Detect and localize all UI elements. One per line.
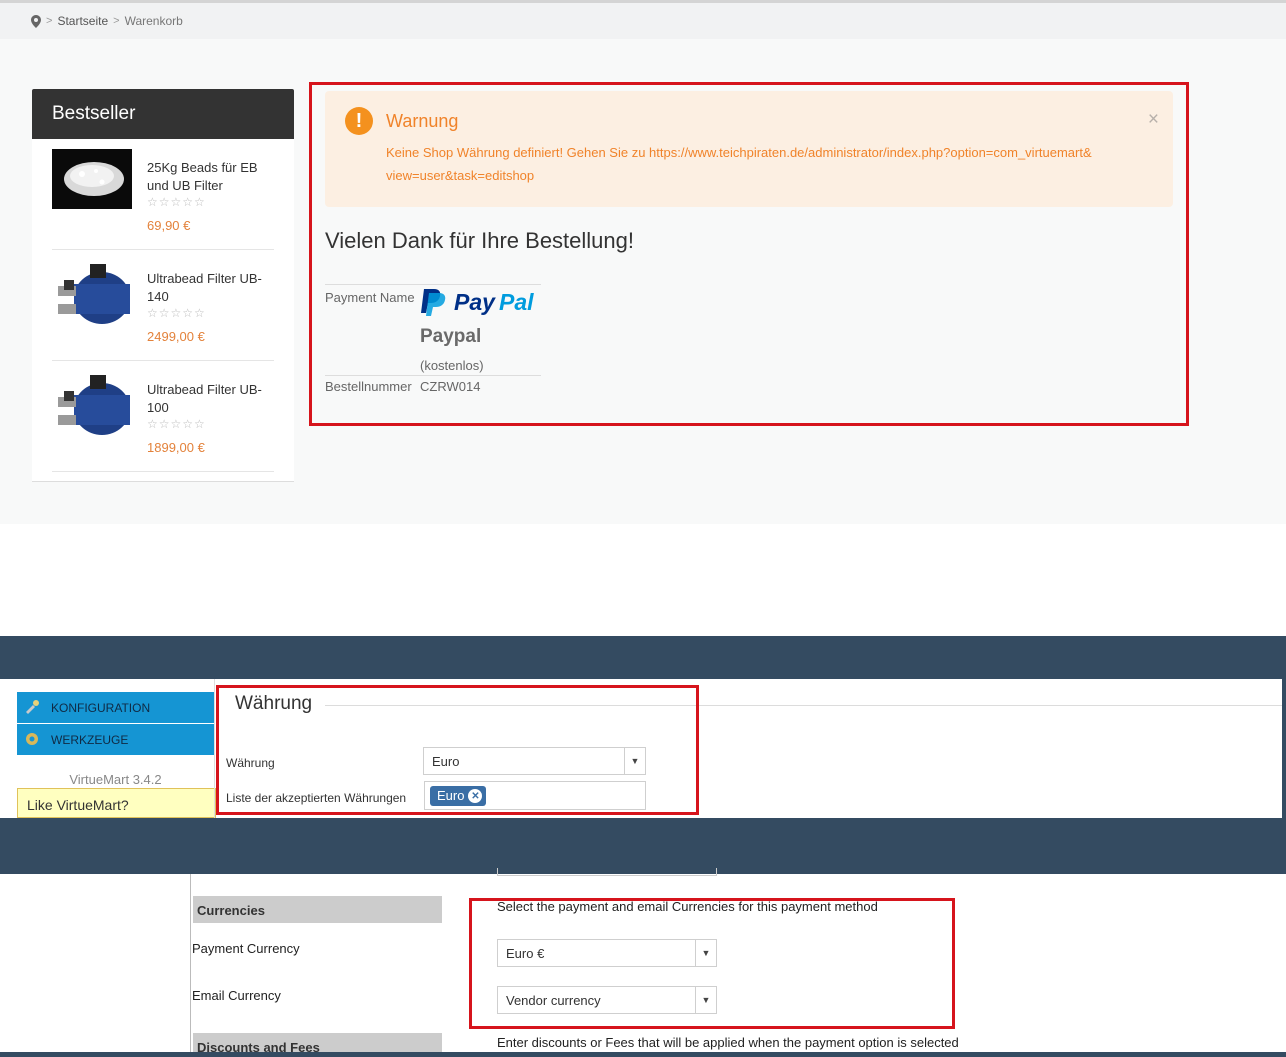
payment-method-name: Paypal [420,326,482,347]
menu-item-werkzeuge[interactable]: WERKZEUGE [17,724,214,755]
breadcrumb-home-link[interactable]: Startseite [57,14,108,28]
chevron-right-icon: > [113,15,120,27]
table-row: Bestellnummer CZRW014 [325,376,541,400]
rating-stars: ☆☆☆☆☆ [147,306,206,320]
product-price: 2499,00 € [147,329,205,344]
bestseller-module: Bestseller 25Kg Beads für EB und UB Filt… [32,89,294,482]
table-row: Payment Name Pay Pal Paypal (kostenlos) [325,285,541,376]
warning-title: Warnung [386,111,459,131]
product-name[interactable]: 25Kg Beads für EB und UB Filter [147,159,272,195]
paypal-logo-text-pay: Pay [454,289,496,315]
rating-stars: ☆☆☆☆☆ [147,417,206,431]
admin-shop-currency: KONFIGURATION WERKZEUGE VirtueMart 3.4.2… [0,636,1286,818]
product-image-filter-ub140[interactable] [52,256,132,328]
admin-header-bar [0,636,1286,679]
order-number-label: Bestellnummer [325,379,412,394]
gear-icon [26,733,38,745]
warning-message: Keine Shop Währung definiert! Gehen Sie … [386,145,1092,183]
discounts-section-header: Discounts and Fees [193,1033,442,1055]
order-number-value: CZRW014 [420,379,481,394]
select-stub [497,868,717,876]
product-name[interactable]: Ultrabead Filter UB-100 [147,381,272,417]
thank-you-heading: Vielen Dank für Ihre Bestellung! [325,228,634,253]
chevron-right-icon: > [46,15,53,27]
highlight-order-confirmation: ! Warnung Keine Shop Währung definiert! … [309,82,1189,426]
discounts-hint: Enter discounts or Fees that will be app… [497,1035,959,1050]
bestseller-title: Bestseller [32,89,294,139]
bestseller-item[interactable]: Ultrabead Filter UB-100 ☆☆☆☆☆ 1899,00 € [52,361,274,472]
currencies-section-header: Currencies [193,896,442,923]
virtuemart-version: VirtueMart 3.4.2 [69,772,162,787]
like-virtuemart-box[interactable]: Like VirtueMart? [17,788,216,818]
paypal-logo-icon: Pay Pal [421,289,534,316]
admin-header-bar [0,818,1286,874]
bestseller-item[interactable]: 25Kg Beads für EB und UB Filter ☆☆☆☆☆ 69… [52,139,274,250]
product-price: 69,90 € [147,218,191,233]
exclamation-icon: ! [345,107,373,135]
breadcrumb: > Startseite > Warenkorb [0,3,1286,39]
shop-frontend: > Startseite > Warenkorb Bestseller 25Kg… [0,0,1286,524]
divider [214,679,215,818]
bestseller-item[interactable]: Ultrabead Filter UB-140 ☆☆☆☆☆ 2499,00 € [52,250,274,361]
menu-item-label: KONFIGURATION [51,700,151,715]
paypal-logo-text-pal: Pal [499,289,534,315]
highlight-payment-currencies [469,898,955,1029]
email-currency-label: Email Currency [192,988,281,1003]
menu-item-konfiguration[interactable]: KONFIGURATION [17,692,214,723]
order-details-table: Payment Name Pay Pal Paypal (kostenlos) … [325,284,541,400]
product-image-beads[interactable] [52,149,132,209]
payment-name-label: Payment Name [325,290,415,305]
payment-cost: (kostenlos) [420,358,484,373]
admin-payment-currencies: Currencies Select the payment and email … [0,818,1286,1057]
warning-alert: ! Warnung Keine Shop Währung definiert! … [325,91,1173,207]
payment-currency-label: Payment Currency [192,941,300,956]
product-image-filter-ub100[interactable] [52,367,132,439]
product-price: 1899,00 € [147,440,205,455]
location-pin-icon [31,14,41,28]
close-icon[interactable]: × [1148,109,1159,131]
product-name[interactable]: Ultrabead Filter UB-140 [147,270,272,306]
menu-item-label: WERKZEUGE [51,732,129,747]
divider [190,874,191,1052]
highlight-currency-settings [216,685,699,815]
breadcrumb-current: Warenkorb [124,14,183,28]
rating-stars: ☆☆☆☆☆ [147,195,206,209]
admin-footer-bar [0,1052,1286,1057]
admin-frame-edge [1282,679,1286,818]
tools-icon [26,700,39,714]
